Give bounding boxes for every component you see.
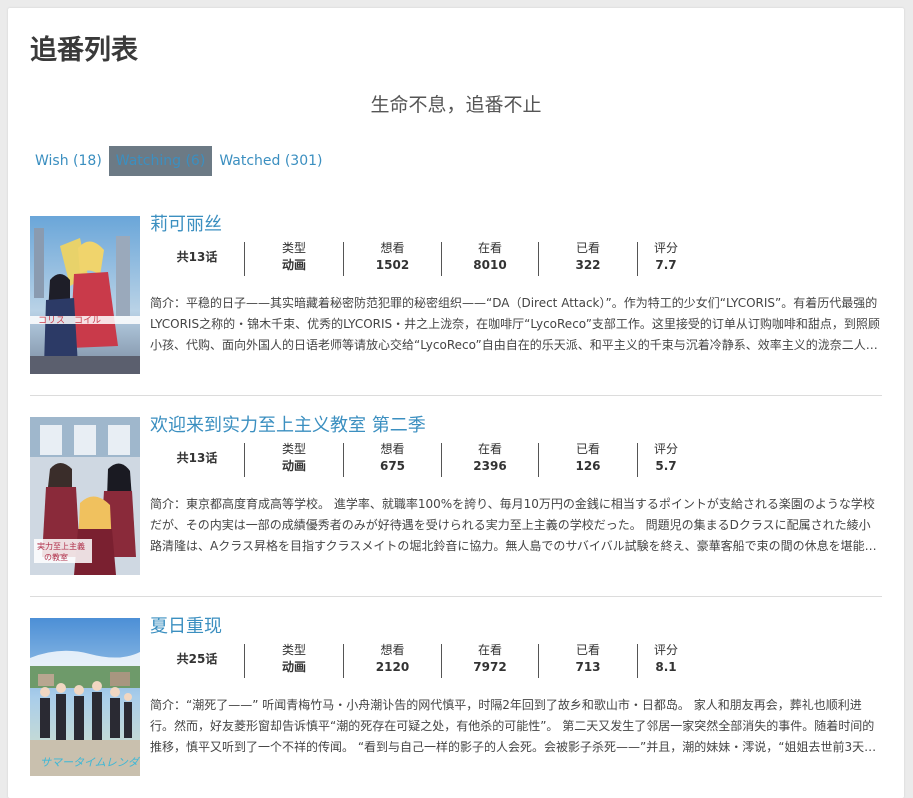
- bangumi-item: コリス コイル 莉可丽丝 共13话 类型 动画 想看 1502 在看 8010 已看 3…: [30, 214, 882, 396]
- bangumi-item: サマータイムレンダ 夏日重现 共25话 类型 动画 想看 2120 在看 7972 已…: [30, 616, 882, 798]
- stat-watched: 已看 126: [575, 442, 601, 473]
- stat-watching: 在看 2396: [473, 442, 507, 473]
- episode-count: 共13话: [176, 250, 218, 264]
- stat-type: 类型 动画: [281, 643, 306, 674]
- stat-type: 类型 动画: [281, 442, 306, 473]
- bangumi-intro: 简介：“潮死了——” 听闻青梅竹马・小舟潮讣告的网代慎平，时隔2年回到了故乡和歌…: [150, 698, 877, 754]
- item-divider: [30, 395, 882, 396]
- stats-row: 共13话 类型 动画 想看 1502 在看 8010 已看 322 评分 7.7: [150, 240, 690, 278]
- stat-watching: 在看 7972: [473, 643, 507, 674]
- stat-score: 评分 5.7: [653, 442, 678, 473]
- bangumi-item: 実力至上主義 の教室 欢迎来到实力至上主义教室 第二季 共13话 类型 动画 想看…: [30, 415, 882, 597]
- stat-type: 类型 动画: [281, 241, 306, 272]
- tab-wish[interactable]: Wish (18): [28, 146, 109, 176]
- episode-count: 共13话: [176, 451, 218, 465]
- page-title: 追番列表: [30, 35, 138, 66]
- page-subtitle: 生命不息，追番不止: [370, 94, 542, 116]
- tab-watching[interactable]: Watching (6): [108, 146, 213, 176]
- bangumi-card: 追番列表 生命不息，追番不止 Wish (18) Watching (6) Wa…: [8, 8, 904, 798]
- svg-text:実力至上主義: 実力至上主義: [37, 541, 85, 551]
- tab-watched[interactable]: Watched (301): [212, 146, 329, 176]
- stat-wish: 想看 675: [379, 442, 406, 473]
- stats-row: 共13话 类型 动画 想看 675 在看 2396 已看 126 评分 5.7: [150, 441, 690, 479]
- episode-count: 共25话: [176, 652, 218, 666]
- svg-text:の教室: の教室: [44, 552, 68, 562]
- stat-wish: 想看 1502: [375, 241, 410, 272]
- cover-image[interactable]: 実力至上主義 の教室: [30, 417, 140, 575]
- bangumi-intro: 简介：東京都高度育成高等学校。 進学率、就職率100%を誇り、毎月10万円の金銭…: [150, 497, 877, 553]
- stat-score: 评分 8.1: [653, 643, 678, 674]
- stat-wish: 想看 2120: [375, 643, 410, 674]
- stats-row: 共25话 类型 动画 想看 2120 在看 7972 已看 713 评分 8.1: [150, 642, 690, 680]
- bangumi-intro: 简介：平稳的日子——其实暗藏着秘密防范犯罪的秘密组织——“DA（Direct A…: [150, 296, 880, 352]
- item-divider: [30, 596, 882, 597]
- svg-text:コリス コイル: コリス コイル: [38, 316, 101, 326]
- stat-watched: 已看 322: [575, 241, 601, 272]
- svg-text:サマータイムレンダ: サマータイムレンダ: [40, 756, 140, 769]
- bangumi-title[interactable]: 欢迎来到实力至上主义教室 第二季: [150, 411, 426, 437]
- cover-image[interactable]: コリス コイル: [30, 216, 140, 374]
- stat-watched: 已看 713: [575, 643, 601, 674]
- bangumi-title[interactable]: 夏日重现: [150, 612, 222, 638]
- stat-watching: 在看 8010: [473, 241, 507, 272]
- cover-image[interactable]: サマータイムレンダ: [30, 618, 140, 776]
- stat-score: 评分 7.7: [653, 241, 678, 272]
- bangumi-title[interactable]: 莉可丽丝: [150, 210, 222, 236]
- status-tabs: Wish (18) Watching (6) Watched (301): [28, 146, 330, 176]
